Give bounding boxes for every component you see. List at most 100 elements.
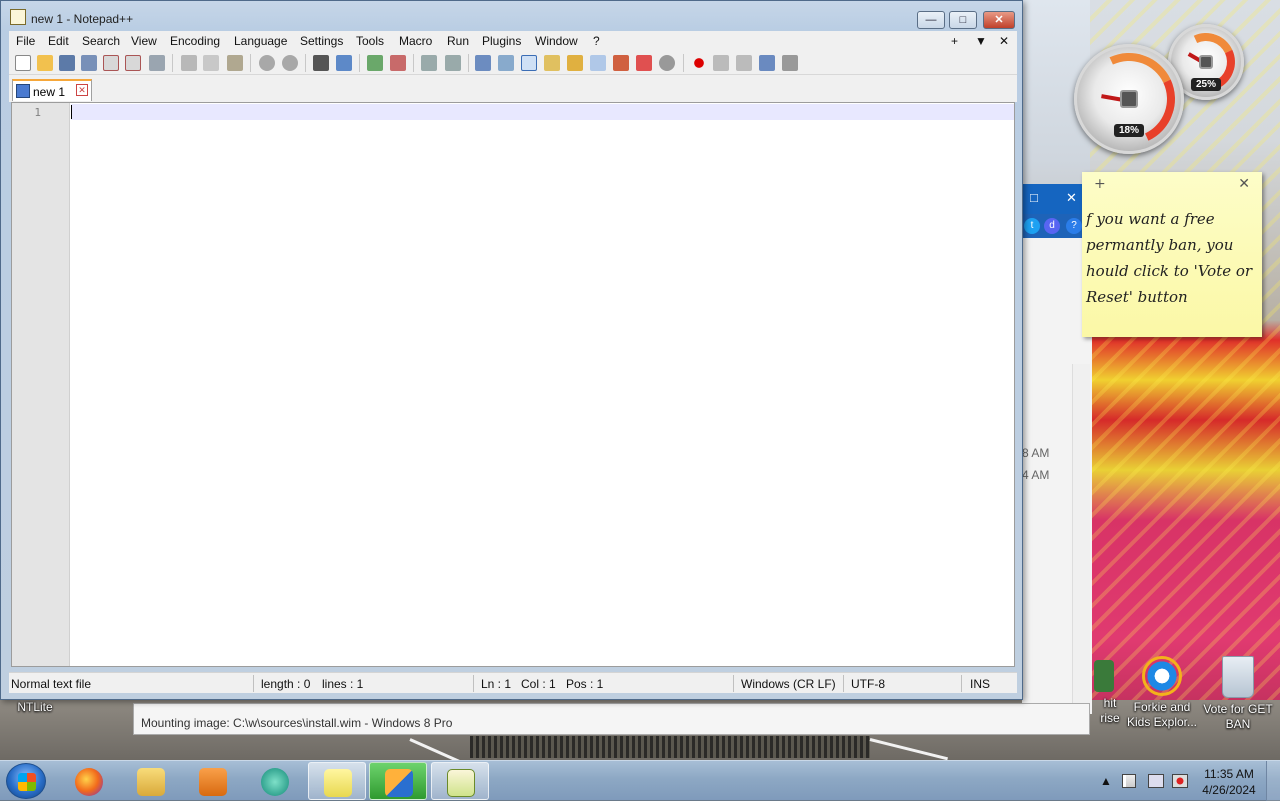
save-macro-icon[interactable] xyxy=(782,55,798,71)
close-all-icon[interactable] xyxy=(125,55,141,71)
menu-bar: File Edit Search View Encoding Language … xyxy=(9,31,1017,51)
status-insert-mode[interactable]: INS xyxy=(970,677,990,691)
undo-icon[interactable] xyxy=(259,55,275,71)
volume-muted-icon[interactable] xyxy=(1172,774,1188,788)
user-language-icon[interactable] xyxy=(544,55,560,71)
menu-plugins[interactable]: Plugins xyxy=(482,34,521,48)
scrollbar[interactable] xyxy=(1072,364,1090,709)
notepadpp-app-icon[interactable] xyxy=(10,9,26,25)
close-tab-icon[interactable]: ✕ xyxy=(999,34,1009,48)
menu-file[interactable]: File xyxy=(16,34,35,48)
add-note-icon[interactable]: + xyxy=(1094,176,1106,192)
status-line-number: Ln : 1 xyxy=(481,677,512,691)
sync-horizontal-icon[interactable] xyxy=(445,55,461,71)
show-all-chars-icon[interactable] xyxy=(498,55,514,71)
firefox-icon xyxy=(75,768,103,796)
play-macro-icon[interactable] xyxy=(736,55,752,71)
windows-logo-icon xyxy=(18,773,36,791)
folder-workspace-icon[interactable] xyxy=(636,55,652,71)
status-position: Pos : 1 xyxy=(566,677,604,691)
menu-macro[interactable]: Macro xyxy=(399,34,432,48)
action-center-flag-icon[interactable] xyxy=(1122,774,1136,788)
desktop-icon-ntlite[interactable]: NTLite xyxy=(0,700,70,715)
redo-icon[interactable] xyxy=(282,55,298,71)
clock[interactable]: 11:35 AM 4/26/2024 xyxy=(1196,766,1262,798)
cut-icon[interactable] xyxy=(181,55,197,71)
open-file-icon[interactable] xyxy=(37,55,53,71)
text-editor[interactable]: 1 xyxy=(11,102,1015,667)
save-all-icon[interactable] xyxy=(81,55,97,71)
doc-map-icon[interactable] xyxy=(567,55,583,71)
cpu-gauge-gadget[interactable]: 18% xyxy=(1070,40,1188,158)
save-icon[interactable] xyxy=(59,55,75,71)
taskbar-media-player[interactable] xyxy=(184,762,242,800)
menu-help[interactable]: ? xyxy=(593,34,600,48)
taskbar-sticky-notes[interactable] xyxy=(308,762,366,800)
menu-window[interactable]: Window xyxy=(535,34,578,48)
minimize-button[interactable]: — xyxy=(917,11,945,29)
tab-new1[interactable]: new 1 ✕ xyxy=(12,79,92,101)
new-tab-plus-icon[interactable]: + xyxy=(951,34,958,48)
doc-list-icon[interactable] xyxy=(590,55,606,71)
menu-run[interactable]: Run xyxy=(447,34,469,48)
word-wrap-icon[interactable] xyxy=(475,55,491,71)
menu-settings[interactable]: Settings xyxy=(300,34,343,48)
close-note-icon[interactable]: ✕ xyxy=(1238,176,1250,192)
sync-vertical-icon[interactable] xyxy=(421,55,437,71)
maximize-button[interactable]: □ xyxy=(949,11,977,29)
zoom-in-icon[interactable] xyxy=(367,55,383,71)
close-icon[interactable]: ✕ xyxy=(1066,190,1077,206)
discord-icon[interactable]: d xyxy=(1044,218,1060,234)
maximize-icon[interactable]: □ xyxy=(1030,190,1038,205)
desktop-icon-vote[interactable]: Vote for GET BAN xyxy=(1200,656,1276,732)
taskbar-ntlite[interactable] xyxy=(369,762,427,800)
tab-list-dropdown-icon[interactable]: ▼ xyxy=(975,34,987,48)
print-icon[interactable] xyxy=(149,55,165,71)
status-length: length : 0 xyxy=(261,677,311,691)
time-text: 4 AM xyxy=(1022,468,1050,482)
help-icon[interactable]: ? xyxy=(1066,218,1082,234)
menu-encoding[interactable]: Encoding xyxy=(170,34,220,48)
desktop-icon-forkie[interactable]: Forkie and Kids Explor... xyxy=(1124,656,1200,730)
taskbar-explorer[interactable] xyxy=(122,762,180,800)
start-button[interactable] xyxy=(6,763,46,799)
menu-tools[interactable]: Tools xyxy=(356,34,384,48)
show-desktop-button[interactable] xyxy=(1266,761,1280,801)
status-encoding[interactable]: UTF-8 xyxy=(851,677,885,691)
taskbar-app[interactable] xyxy=(246,762,304,800)
indent-guide-icon[interactable] xyxy=(521,55,537,71)
find-icon[interactable] xyxy=(313,55,329,71)
twitter-icon[interactable]: t xyxy=(1024,218,1040,234)
network-icon[interactable] xyxy=(1148,774,1164,788)
menu-edit[interactable]: Edit xyxy=(48,34,69,48)
stop-macro-icon[interactable] xyxy=(713,55,729,71)
replace-icon[interactable] xyxy=(336,55,352,71)
sticky-note[interactable]: + ✕ f you want a free permantly ban, you… xyxy=(1082,172,1262,337)
zoom-out-icon[interactable] xyxy=(390,55,406,71)
function-list-icon[interactable] xyxy=(613,55,629,71)
record-macro-icon[interactable] xyxy=(691,55,707,71)
taskbar-notepadpp[interactable] xyxy=(431,762,489,800)
window-title: new 1 - Notepad++ xyxy=(31,12,134,26)
copy-icon[interactable] xyxy=(203,55,219,71)
desktop-icon-label: NTLite xyxy=(17,700,53,714)
sticky-note-text[interactable]: f you want a free permantly ban, you hou… xyxy=(1086,206,1256,310)
close-icon[interactable]: ✕ xyxy=(76,84,88,96)
run-macro-multiple-icon[interactable] xyxy=(759,55,775,71)
status-eol-format[interactable]: Windows (CR LF) xyxy=(741,677,836,691)
menu-language[interactable]: Language xyxy=(234,34,287,48)
close-file-icon[interactable] xyxy=(103,55,119,71)
taskbar: ▲ 11:35 AM 4/26/2024 xyxy=(0,760,1280,801)
menu-view[interactable]: View xyxy=(131,34,157,48)
taskbar-firefox[interactable] xyxy=(60,762,118,800)
notepadpp-window[interactable]: new 1 - Notepad++ — □ ✕ File Edit Search… xyxy=(0,0,1023,700)
mount-progress-window: Mounting image: C:\w\sources\install.wim… xyxy=(133,703,1090,735)
show-hidden-icons-icon[interactable]: ▲ xyxy=(1100,774,1112,788)
cpu-readout: 18% xyxy=(1113,124,1145,137)
new-file-icon[interactable] xyxy=(15,55,31,71)
monitoring-icon[interactable] xyxy=(659,55,675,71)
menu-search[interactable]: Search xyxy=(82,34,120,48)
paste-icon[interactable] xyxy=(227,55,243,71)
close-button[interactable]: ✕ xyxy=(983,11,1015,29)
time-text: 8 AM xyxy=(1022,446,1050,460)
